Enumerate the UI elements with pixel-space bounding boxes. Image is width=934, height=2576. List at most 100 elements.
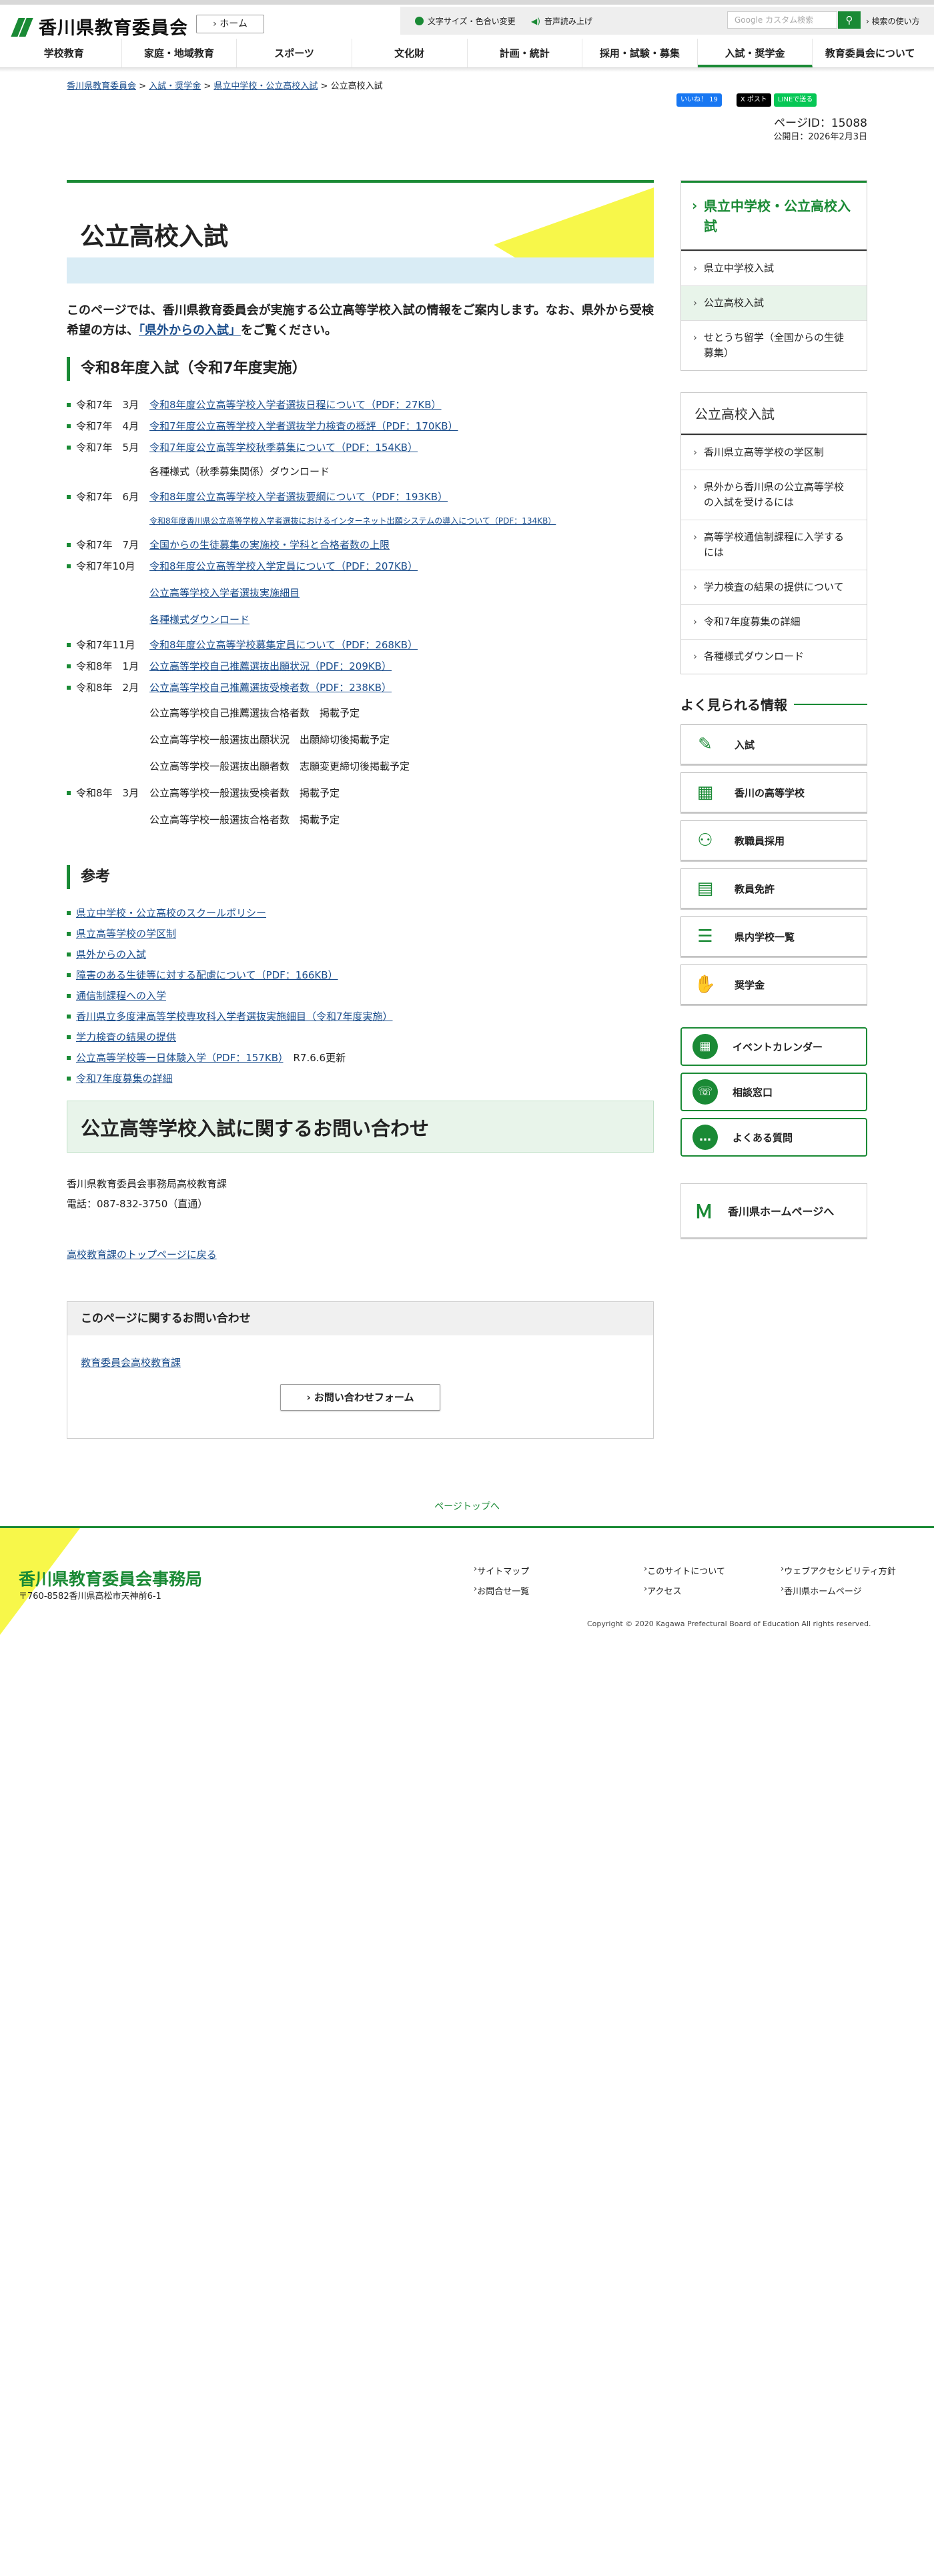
list-item: 公立高等学校等一日体験入学（PDF：157KB） R7.6.6更新: [67, 1050, 654, 1071]
freq-link-schools[interactable]: ▦ 香川の高等学校: [680, 772, 867, 812]
freq-link-scholarship[interactable]: ✋ 奨学金: [680, 964, 867, 1005]
sidebar-nav-title: 公立高校入試: [681, 393, 867, 435]
item-link[interactable]: 令和7年度公立高等学校入学者選抜学力検査の概評（PDF：170KB）: [149, 418, 458, 434]
prefecture-homepage-button[interactable]: Ｍ 香川県ホームページへ: [680, 1183, 867, 1238]
faq-button[interactable]: … よくある質問: [680, 1118, 867, 1157]
x-post-button[interactable]: X ポスト: [736, 93, 771, 107]
voice-link[interactable]: ◀) 音声読み上げ: [531, 15, 592, 27]
home-button[interactable]: › ホーム: [196, 15, 264, 33]
ref-link[interactable]: 公立高等学校等一日体験入学（PDF：157KB）: [76, 1052, 283, 1064]
breadcrumb-link[interactable]: 県立中学校・公立高校入試: [213, 81, 318, 91]
breadcrumb-link[interactable]: 入試・奨学金: [149, 81, 201, 91]
footer-link-label: 香川県ホームページ: [784, 1587, 862, 1597]
ref-link[interactable]: 県立中学校・公立高校のスクールポリシー: [76, 907, 266, 919]
item-link[interactable]: 令和8年度公立高等学校入学者選抜日程について（PDF：27KB）: [149, 397, 442, 413]
breadcrumb-link[interactable]: 香川県教育委員会: [67, 81, 136, 91]
publish-date: 公開日：2026年2月3日: [773, 132, 867, 142]
breadcrumb: 香川県教育委員会 > 入試・奨学金 > 県立中学校・公立高校入試 > 公立高校入…: [67, 81, 383, 91]
nav-item[interactable]: 計画・統計: [468, 39, 583, 67]
book-icon: ✎: [698, 734, 713, 754]
facebook-like-button[interactable]: いいね！ 19: [676, 93, 722, 107]
sub-item: 各種様式（秋季募集関係）ダウンロード: [149, 466, 330, 478]
ref-link[interactable]: 学力検査の結果の提供: [76, 1031, 176, 1043]
ref-link[interactable]: 香川県立多度津高等学校専攻科入学者選抜実施細目（令和7年度実施）: [76, 1011, 393, 1023]
search-button[interactable]: ⚲: [838, 11, 861, 29]
freq-link-school-list[interactable]: ☰ 県内学校一覧: [680, 916, 867, 956]
sub-link[interactable]: 令和8年度香川県公立高等学校入学者選抜におけるインターネット出願システムの導入に…: [149, 516, 556, 526]
sub-item: 公立高等学校自己推薦選抜合格者数 掲載予定: [149, 707, 360, 719]
item-link[interactable]: 公立高等学校自己推薦選抜受検者数（PDF：238KB）: [149, 680, 392, 696]
freq-link-exam[interactable]: ✎ 入試: [680, 724, 867, 764]
footer-link-label: サイトマップ: [477, 1567, 530, 1577]
inquiry-box: このページに関するお問い合わせ 教育委員会高校教育課 › お問い合わせフォーム: [67, 1301, 654, 1439]
nav-item[interactable]: スポーツ: [237, 39, 352, 67]
item-link[interactable]: 令和8年度公立高等学校入学定員について（PDF：207KB）: [149, 558, 418, 574]
sub-link[interactable]: 各種様式ダウンロード: [149, 614, 250, 626]
reference-heading: 参考: [67, 865, 654, 889]
consultation-button[interactable]: ☏ 相談窓口: [680, 1073, 867, 1111]
item-date: 令和8年 1月: [76, 660, 139, 672]
ref-link[interactable]: 令和7年度募集の詳細: [76, 1073, 173, 1085]
inquiry-org-link[interactable]: 教育委員会高校教育課: [81, 1357, 181, 1369]
list-item: 令和8年 1月 公立高等学校自己推薦選抜出願状況（PDF：209KB）: [67, 658, 654, 680]
sidebar-nav-title[interactable]: 県立中学校・公立高校入試: [681, 181, 867, 251]
page-top-link[interactable]: ページトップへ: [0, 1499, 934, 1513]
ref-link[interactable]: 障害のある生徒等に対する配慮について（PDF：166KB）: [76, 969, 338, 981]
footer-address: 〒760-8582香川県高松市天神前6-1: [19, 1591, 161, 1601]
text-size-link[interactable]: 文字サイズ・色合い変更: [415, 15, 516, 27]
list-item: 県外からの入試: [67, 946, 654, 967]
ref-link[interactable]: 通信制課程への入学: [76, 990, 166, 1002]
item-link[interactable]: 令和8年度公立高等学校入学者選抜要綱について（PDF：193KB）: [149, 489, 448, 505]
nav-item-active[interactable]: 入試・奨学金: [697, 39, 813, 67]
sidebar-item-active[interactable]: 公立高校入試: [681, 285, 867, 320]
nav-item[interactable]: 教育委員会について: [813, 39, 927, 67]
sidebar-item[interactable]: 各種様式ダウンロード: [681, 639, 867, 674]
sidebar-item[interactable]: 令和7年度募集の詳細: [681, 604, 867, 639]
sidebar-item[interactable]: せとうち留学（全国からの生徒募集）: [681, 320, 867, 370]
sub-link[interactable]: 公立高等学校入学者選抜実施細目: [149, 587, 300, 599]
nav-item[interactable]: 学校教育: [7, 39, 122, 67]
ref-link[interactable]: 県立高等学校の学区制: [76, 928, 176, 940]
site-logo[interactable]: 香川県教育委員会: [11, 13, 188, 39]
freq-label: 奨学金: [735, 979, 765, 991]
footer-link[interactable]: › サイトマップ: [474, 1564, 529, 1577]
freq-link-recruit[interactable]: ⚇ 教職員採用: [680, 820, 867, 860]
list-item: 香川県立多度津高等学校専攻科入学者選抜実施細目（令和7年度実施）: [67, 1009, 654, 1029]
sidebar-nav-primary: 県立中学校・公立高校入試 県立中学校入試 公立高校入試 せとうち留学（全国からの…: [680, 180, 867, 371]
footer-link[interactable]: › お問合せ一覧: [474, 1584, 529, 1597]
ref-link[interactable]: 県外からの入試: [76, 948, 146, 960]
freq-link-license[interactable]: ▤ 教員免許: [680, 868, 867, 908]
footer-org: 香川県教育委員会事務局: [19, 1569, 203, 1589]
inquiry-form-button[interactable]: › お問い合わせフォーム: [280, 1384, 440, 1411]
sidebar-item[interactable]: 県立中学校入試: [681, 251, 867, 285]
item-link[interactable]: 公立高等学校自己推薦選抜出願状況（PDF：209KB）: [149, 658, 392, 674]
chat-icon: …: [692, 1125, 718, 1150]
item-link[interactable]: 令和8年度公立高等学校募集定員について（PDF：268KB）: [149, 637, 418, 653]
search-input[interactable]: Google カスタム検索: [727, 11, 837, 29]
list-item: 令和7年 3月 令和8年度公立高等学校入学者選抜日程について（PDF：27KB）: [67, 397, 654, 418]
item-link[interactable]: 全国からの生徒募集の実施校・学科と合格者数の上限: [149, 537, 390, 553]
footer-link[interactable]: › アクセス: [644, 1584, 682, 1597]
item-date: 令和8年 2月: [76, 682, 139, 694]
event-calendar-button[interactable]: ▦ イベントカレンダー: [680, 1027, 867, 1066]
contact-org: 香川県教育委員会事務局高校教育課: [67, 1178, 227, 1190]
sidebar-item[interactable]: 学力検査の結果の提供について: [681, 570, 867, 604]
department-top-link[interactable]: 高校教育課のトップページに戻る: [67, 1249, 217, 1261]
footer-link[interactable]: › ウェブアクセシビリティ方針: [781, 1564, 896, 1577]
line-share-button[interactable]: LINEで送る: [773, 93, 817, 107]
sidebar-item[interactable]: 高等学校通信制課程に入学するには: [681, 520, 867, 570]
search-help-link[interactable]: › 検索の使い方: [866, 15, 920, 27]
footer-link[interactable]: › このサイトについて: [644, 1564, 725, 1577]
prefecture-logo-icon: Ｍ: [694, 1201, 714, 1223]
lead-link[interactable]: 「県外からの入試」: [139, 324, 241, 338]
nav-item[interactable]: 採用・試験・募集: [582, 39, 698, 67]
sidebar-item[interactable]: 県外から香川県の公立高等学校の入試を受けるには: [681, 470, 867, 520]
sidebar-nav-secondary: 公立高校入試 香川県立高等学校の学区制 県外から香川県の公立高等学校の入試を受け…: [680, 392, 867, 674]
sidebar-item[interactable]: 香川県立高等学校の学区制: [681, 435, 867, 470]
nav-item[interactable]: 家庭・地域教育: [122, 39, 238, 67]
sub-item: 公立高等学校一般選抜合格者数 掲載予定: [149, 814, 340, 826]
footer-link[interactable]: › 香川県ホームページ: [781, 1584, 862, 1597]
item-link[interactable]: 令和7年度公立高等学校秋季募集について（PDF：154KB）: [149, 440, 418, 456]
nav-item[interactable]: 文化財: [352, 39, 468, 67]
list-item: 令和7年 4月 令和7年度公立高等学校入学者選抜学力検査の概評（PDF：170KB…: [67, 418, 654, 440]
